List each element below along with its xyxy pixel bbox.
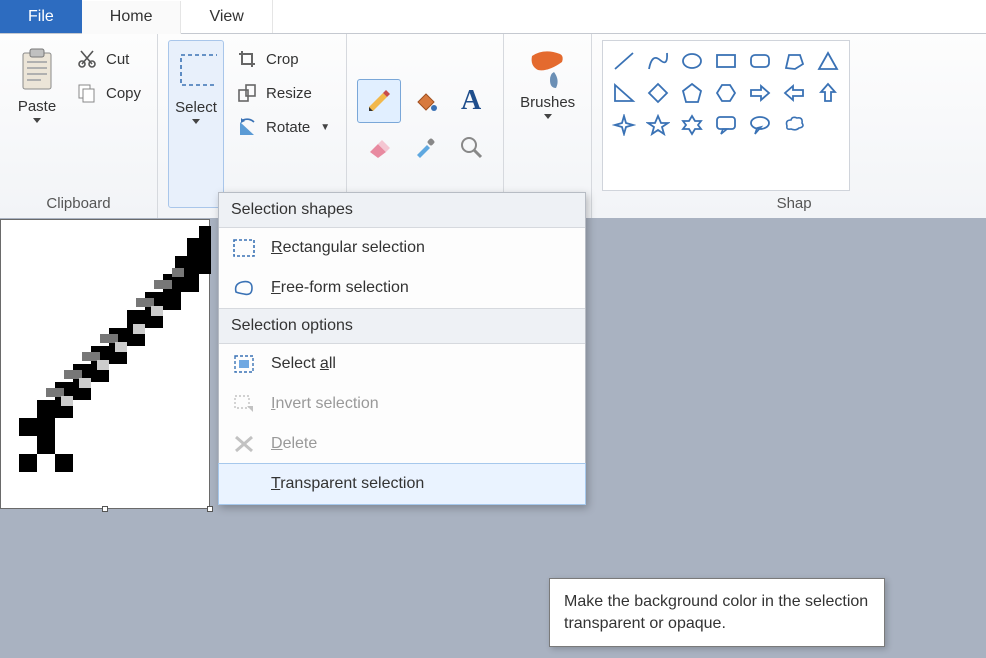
tabs-bar: File Home View [0, 0, 986, 34]
tool-picker[interactable] [403, 125, 447, 169]
brushes-button[interactable]: Brushes [514, 40, 581, 208]
resize-label: Resize [266, 85, 312, 102]
shape-callout-round[interactable] [711, 111, 741, 139]
menu-select-all[interactable]: Select all [219, 344, 585, 384]
crop-label: Crop [266, 51, 299, 68]
group-shapes: Shap [592, 34, 986, 218]
copy-label: Copy [106, 85, 141, 102]
menu-delete: Delete [219, 424, 585, 464]
freeform-select-icon [231, 276, 257, 300]
crop-button[interactable]: Crop [230, 44, 336, 74]
pencil-icon [365, 87, 393, 115]
menu-freeform-selection[interactable]: Free-form selection [219, 268, 585, 308]
select-icon [175, 45, 217, 97]
chevron-down-icon [33, 118, 41, 123]
copy-icon [76, 82, 98, 104]
rotate-label: Rotate [266, 119, 310, 136]
shape-pentagon[interactable] [677, 79, 707, 107]
resize-icon [236, 82, 258, 104]
canvas-content [1, 220, 211, 510]
shape-polygon[interactable] [779, 47, 809, 75]
group-label-clipboard: Clipboard [10, 191, 147, 218]
menu-label: Free-form selection [271, 279, 409, 297]
menu-rectangular-selection[interactable]: Rectangular selection [219, 228, 585, 268]
menu-label: Transparent selection [271, 475, 424, 493]
shape-rect[interactable] [711, 47, 741, 75]
paste-button[interactable]: Paste [10, 40, 64, 191]
shape-star6[interactable] [677, 111, 707, 139]
shapes-gallery[interactable] [602, 40, 850, 191]
select-button[interactable]: Select [168, 40, 224, 208]
shape-star5[interactable] [643, 111, 673, 139]
group-image: Select Crop Resize [158, 34, 346, 218]
select-dropdown: Selection shapes Rectangular selection F… [218, 192, 586, 505]
dd-header-shapes: Selection shapes [219, 193, 585, 228]
shape-diamond[interactable] [643, 79, 673, 107]
menu-transparent-selection[interactable]: Transparent selection [219, 464, 585, 504]
blank-icon [231, 472, 257, 496]
invert-selection-icon [231, 392, 257, 416]
resize-button[interactable]: Resize [230, 78, 336, 108]
resize-handle-s[interactable] [102, 506, 108, 512]
shape-arrow-right[interactable] [745, 79, 775, 107]
text-icon: A [461, 85, 481, 117]
tooltip: Make the background color in the selecti… [549, 578, 885, 647]
brush-icon [524, 44, 572, 92]
shape-star4[interactable] [609, 111, 639, 139]
tool-pencil[interactable] [357, 79, 401, 123]
menu-label: Invert selection [271, 395, 379, 413]
bucket-icon [412, 88, 438, 114]
delete-icon [231, 432, 257, 456]
shape-right-triangle[interactable] [609, 79, 639, 107]
rect-select-icon [231, 236, 257, 260]
group-clipboard: Paste Cut Copy Clipboard [0, 34, 158, 218]
eyedropper-icon [412, 134, 438, 160]
select-all-icon [231, 352, 257, 376]
shape-line[interactable] [609, 47, 639, 75]
scissors-icon [76, 48, 98, 70]
group-label-shapes: Shap [602, 191, 986, 218]
tab-file[interactable]: File [0, 0, 82, 33]
group-tools: A [346, 34, 504, 218]
shape-callout-oval[interactable] [745, 111, 775, 139]
copy-button[interactable]: Copy [70, 78, 147, 108]
tab-home[interactable]: Home [82, 1, 182, 34]
shape-curve[interactable] [643, 47, 673, 75]
tool-magnifier[interactable] [449, 125, 493, 169]
shape-triangle[interactable] [813, 47, 843, 75]
dd-header-options: Selection options [219, 308, 585, 344]
magnifier-icon [458, 134, 484, 160]
resize-handle-se[interactable] [207, 506, 213, 512]
rotate-button[interactable]: Rotate ▼ [230, 112, 336, 142]
brushes-label: Brushes [520, 94, 575, 111]
shape-roundrect[interactable] [745, 47, 775, 75]
menu-invert-selection: Invert selection [219, 384, 585, 424]
canvas[interactable] [0, 219, 210, 509]
menu-label: Rectangular selection [271, 239, 425, 257]
shape-callout-cloud[interactable] [779, 111, 809, 139]
rotate-icon [236, 116, 258, 138]
tool-text[interactable]: A [449, 79, 493, 123]
menu-label: Select all [271, 355, 336, 373]
cut-label: Cut [106, 51, 129, 68]
group-brushes: Brushes [504, 34, 592, 218]
chevron-down-icon: ▼ [320, 122, 330, 133]
select-label: Select [175, 99, 217, 116]
chevron-down-icon [192, 119, 200, 124]
shape-arrow-left[interactable] [779, 79, 809, 107]
crop-icon [236, 48, 258, 70]
paste-icon [16, 44, 58, 96]
cut-button[interactable]: Cut [70, 44, 147, 74]
chevron-down-icon [544, 114, 552, 119]
shape-arrow-up[interactable] [813, 79, 843, 107]
shape-hexagon[interactable] [711, 79, 741, 107]
eraser-icon [366, 134, 392, 160]
shape-oval[interactable] [677, 47, 707, 75]
menu-label: Delete [271, 435, 317, 453]
paste-label: Paste [18, 98, 56, 115]
tab-view[interactable]: View [181, 0, 272, 33]
tool-fill[interactable] [403, 79, 447, 123]
tool-eraser[interactable] [357, 125, 401, 169]
